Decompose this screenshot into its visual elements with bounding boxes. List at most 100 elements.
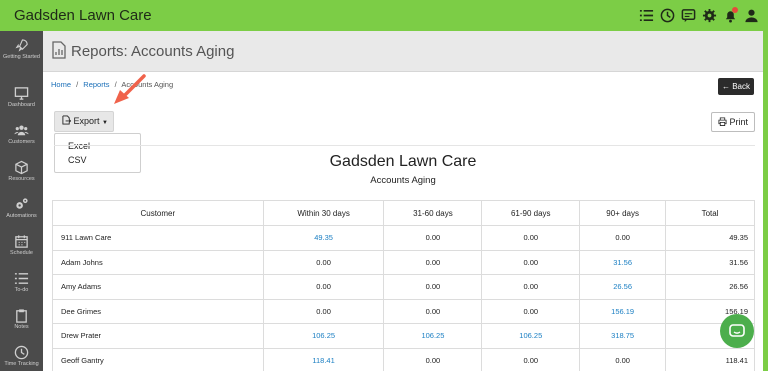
sidebar-item-label: To-do [14, 287, 29, 293]
sidebar-item-schedule[interactable]: Schedule [0, 229, 43, 266]
sidebar-item-label: Dashboard [8, 102, 35, 108]
sidebar-item-dashboard[interactable]: Dashboard [0, 81, 43, 118]
users-icon [14, 125, 29, 136]
breadcrumb-separator: / [76, 80, 79, 89]
sidebar-item-time-tracking[interactable]: Time Tracking [0, 340, 43, 371]
clock-icon [14, 345, 29, 360]
amount-cell: 0.00 [262, 274, 385, 300]
customer-cell: Adam Johns [52, 249, 264, 275]
amount-cell: 0.00 [481, 249, 581, 275]
total-cell: 49.35 [665, 225, 755, 251]
customer-cell: Dee Grimes [52, 298, 264, 324]
amount-link[interactable]: 118.41 [262, 347, 385, 371]
sidebar-item-automations[interactable]: Automations [0, 192, 43, 229]
table-row: 911 Lawn Care 49.35 0.00 0.00 0.00 49.35 [52, 225, 755, 251]
checklist-icon[interactable] [638, 6, 655, 24]
breadcrumb-home[interactable]: Home [51, 80, 71, 89]
breadcrumb-reports[interactable]: Reports [83, 80, 109, 89]
aging-table: Customer Within 30 days 31-60 days 61-90… [52, 200, 755, 371]
back-button[interactable]: ← Back [718, 78, 754, 95]
amount-cell: 0.00 [383, 347, 483, 371]
column-header-61-90: 61-90 days [481, 200, 581, 226]
amount-link[interactable]: 26.56 [579, 274, 667, 300]
amount-cell: 0.00 [481, 225, 581, 251]
box-icon [15, 160, 28, 175]
customer-cell: Geoff Gantry [52, 347, 264, 371]
column-header-90-plus: 90+ days [579, 200, 667, 226]
user-icon[interactable] [743, 6, 760, 24]
export-option-excel[interactable]: Excel [68, 141, 90, 151]
report-company-title: Gadsden Lawn Care [329, 153, 477, 170]
printer-icon [718, 117, 727, 126]
table-row: Drew Prater 106.25 106.25 106.25 318.75 [52, 323, 755, 349]
total-cell: 26.56 [665, 274, 755, 300]
amount-link[interactable]: 318.75 [579, 323, 667, 349]
export-label: Export [73, 116, 100, 126]
annotation-arrow-icon [114, 74, 146, 104]
amount-cell: 0.00 [383, 225, 483, 251]
amount-cell: 0.00 [262, 298, 385, 324]
chat-bubble-icon [729, 324, 745, 337]
amount-link[interactable]: 106.25 [262, 323, 385, 349]
sidebar-item-getting-started[interactable]: Getting Started [0, 33, 43, 73]
amount-link[interactable]: 156.19 [579, 298, 667, 324]
clipboard-icon [16, 309, 27, 323]
rocket-icon [15, 39, 28, 52]
file-export-icon [62, 115, 72, 125]
monitor-icon [14, 87, 29, 100]
page-header: Reports: Accounts Aging [43, 31, 768, 72]
top-icons [638, 6, 760, 24]
total-cell: 31.56 [665, 249, 755, 275]
sidebar-item-resources[interactable]: Resources [0, 155, 43, 192]
customer-cell: Amy Adams [52, 274, 264, 300]
amount-link[interactable]: 49.35 [262, 225, 385, 251]
amount-cell: 0.00 [383, 274, 483, 300]
clock-icon[interactable] [659, 6, 676, 24]
sidebar: Getting Started Dashboard Customers Reso… [0, 31, 43, 371]
amount-cell: 0.00 [579, 347, 667, 371]
checklist-icon [14, 273, 29, 284]
page-title: Reports: Accounts Aging [71, 43, 235, 60]
column-header-31-60: 31-60 days [383, 200, 483, 226]
amount-link[interactable]: 31.56 [579, 249, 667, 275]
sidebar-item-label: Automations [6, 213, 37, 219]
print-button[interactable]: Print [711, 112, 755, 132]
right-accent-bar [763, 31, 768, 371]
customer-cell: 911 Lawn Care [52, 225, 264, 251]
amount-cell: 0.00 [481, 347, 581, 371]
table-header-row: Customer Within 30 days 31-60 days 61-90… [52, 200, 755, 226]
amount-cell: 0.00 [383, 298, 483, 324]
column-header-total: Total [665, 200, 755, 226]
column-header-within-30: Within 30 days [262, 200, 385, 226]
sidebar-item-notes[interactable]: Notes [0, 303, 43, 340]
sidebar-item-label: Time Tracking [4, 361, 39, 367]
amount-cell: 0.00 [481, 274, 581, 300]
table-row: Geoff Gantry 118.41 0.00 0.00 0.00 118.4… [52, 347, 755, 371]
customer-cell: Drew Prater [52, 323, 264, 349]
total-cell: 118.41 [665, 347, 755, 371]
column-header-customer: Customer [52, 200, 264, 226]
sidebar-item-label: Notes [14, 324, 29, 330]
amount-cell: 0.00 [579, 225, 667, 251]
sidebar-item-todo[interactable]: To-do [0, 266, 43, 303]
bell-icon[interactable] [722, 6, 739, 24]
brand-name[interactable]: Gadsden Lawn Care [14, 7, 152, 24]
sidebar-item-label: Schedule [10, 250, 33, 256]
table-row: Dee Grimes 0.00 0.00 0.00 156.19 156.19 [52, 298, 755, 324]
gear-icon[interactable] [701, 6, 718, 24]
sidebar-item-label: Getting Started [3, 54, 40, 60]
amount-cell: 0.00 [383, 249, 483, 275]
chat-icon[interactable] [680, 6, 697, 24]
amount-link[interactable]: 106.25 [383, 323, 483, 349]
calendar-icon [15, 235, 28, 248]
amount-cell: 0.00 [481, 298, 581, 324]
top-bar: Gadsden Lawn Care [0, 0, 768, 31]
amount-link[interactable]: 106.25 [481, 323, 581, 349]
gears-icon [16, 198, 28, 209]
sidebar-item-customers[interactable]: Customers [0, 118, 43, 155]
export-button[interactable]: Export ▼ [54, 111, 114, 132]
report-subtitle: Accounts Aging [370, 175, 436, 186]
chat-widget-button[interactable] [720, 314, 754, 348]
sidebar-item-label: Resources [8, 176, 35, 182]
sidebar-item-label: Customers [8, 139, 35, 145]
